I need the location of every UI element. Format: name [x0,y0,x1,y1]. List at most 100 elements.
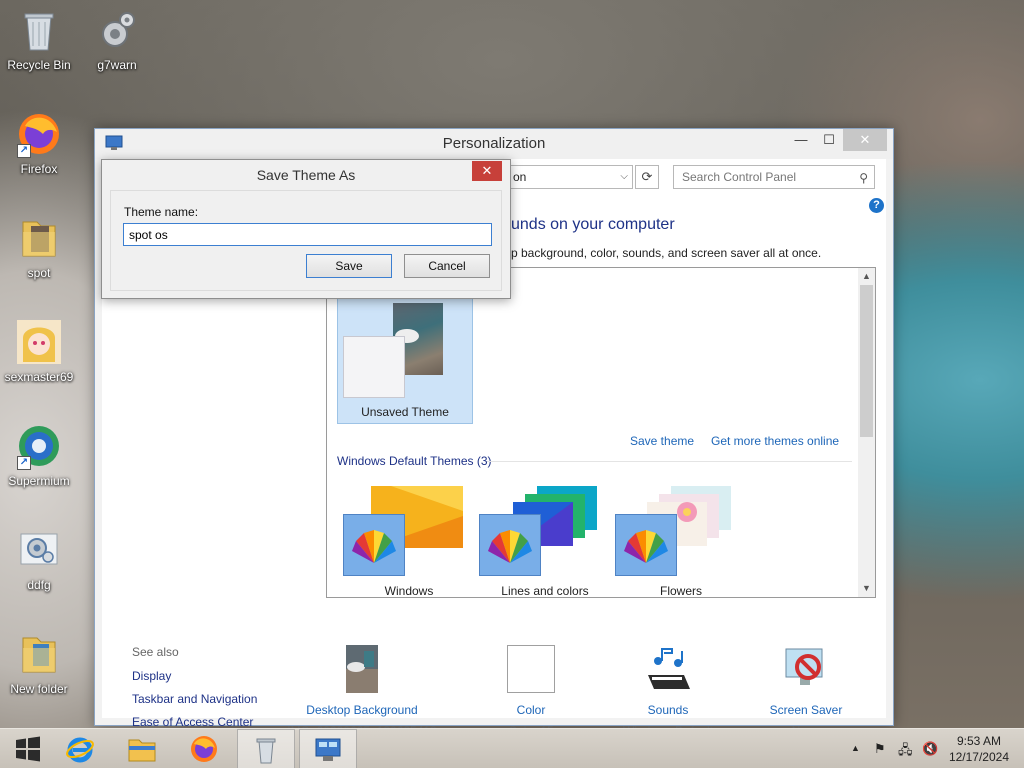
search-icon[interactable]: ⚲ [859,167,868,189]
desktop-icon-recycle-bin[interactable]: Recycle Bin [0,6,78,72]
supermium-icon: ↗ [15,422,63,470]
scroll-down-arrow[interactable]: ▼ [858,580,875,597]
screen-saver-title: Screen Saver [769,703,843,717]
address-bar[interactable]: on ⌵ [502,165,633,189]
desktop-icon-sexmaster69[interactable]: sexmaster69 [0,318,78,384]
divider [487,461,852,462]
chevron-down-icon[interactable]: ⌵ [620,166,628,188]
clock-time: 9:53 AM [956,734,1001,748]
desktop-icon-firefox[interactable]: ↗ Firefox [0,110,78,176]
folder-icon [15,214,63,262]
minimize-button[interactable]: — [787,129,815,151]
settings-gear-icon [93,6,141,54]
color-swatch-icon [507,645,555,693]
control-panel-icon [105,135,123,150]
tray-overflow-chevron-icon[interactable]: ▲ [851,743,860,753]
windows-logo-icon [16,736,40,762]
dialog-title[interactable]: Save Theme As [102,160,510,190]
theme-label: Lines and colors [501,584,589,598]
internet-explorer-icon [66,737,94,763]
sounds-setting[interactable]: Sounds Windows Default [593,645,743,738]
desktop-icon-label: New folder [10,682,68,696]
save-theme-dialog: Save Theme As ✕ Theme name: Save Cancel [101,159,511,299]
taskbar-internet-explorer[interactable] [52,729,110,768]
refresh-icon: ⟳ [641,169,653,184]
maximize-button[interactable]: ☐ [815,129,843,151]
theme-label: Flowers [659,584,702,598]
theme-name-label: Theme name: [124,205,199,219]
theme-name-field[interactable] [123,223,492,246]
theme-flowers[interactable]: Flowers [611,478,741,597]
recycle-bin-icon [15,6,63,54]
theme-list-scrollbar[interactable]: ▲ ▼ [858,268,875,597]
control-panel-icon [315,738,341,761]
file-explorer-icon [128,739,156,762]
taskbar-navigation-link[interactable]: Taskbar and Navigation [132,692,257,706]
theme-lines-and-colors[interactable]: Lines and colors [475,478,605,597]
theme-color-swatch [479,514,541,576]
refresh-button[interactable]: ⟳ [635,165,659,189]
theme-label: Windows [384,584,434,598]
dialog-body: Theme name: Save Cancel [110,190,502,291]
desktop-icon-label: spot [27,266,51,280]
desktop-icon-spot[interactable]: spot [0,214,78,280]
theme-color-swatch [343,336,405,398]
display-link[interactable]: Display [132,669,171,683]
dialog-close-button[interactable]: ✕ [472,161,502,181]
theme-color-swatch [343,514,405,576]
desktop-icon-new-folder[interactable]: New folder [0,630,78,696]
start-button[interactable] [0,729,52,768]
page-description: p background, color, sounds, and screen … [511,246,822,260]
default-themes-heading: Windows Default Themes (3) [337,454,492,468]
get-more-themes-link[interactable]: Get more themes online [711,434,839,448]
desktop-icon-supermium[interactable]: ↗ Supermium [0,422,78,488]
firefox-icon: ↗ [15,110,63,158]
theme-windows[interactable]: Windows [339,478,469,597]
color-fan-icon [488,530,532,563]
color-setting[interactable]: Color Color 15 [456,645,606,738]
close-button[interactable]: ✕ [843,129,887,151]
save-button[interactable]: Save [306,254,392,278]
address-text: on [513,170,527,184]
theme-unsaved[interactable]: Unsaved Theme [337,278,473,424]
desktop-icon-label: g7warn [97,58,137,72]
desktop-icon-label: ddfg [27,578,51,592]
desktop-icon-g7warn[interactable]: g7warn [78,6,156,72]
taskbar-firefox[interactable] [176,729,234,768]
folder-icon [15,630,63,678]
theme-list: Unsaved Theme Save theme Get more themes… [326,267,876,598]
screen-saver-setting[interactable]: Screen Saver None [731,645,881,738]
volume-muted-icon[interactable]: 🔇 [922,741,938,757]
color-fan-icon [352,530,396,563]
taskbar-recycle-bin[interactable] [237,729,295,768]
anime-avatar-icon [15,318,63,366]
desktop-background-icon [338,645,386,693]
search-input[interactable]: Search Control Panel ⚲ [673,165,875,189]
desktop-background-title: Desktop Background [306,703,418,717]
desktop-icon-label: Recycle Bin [7,58,71,72]
action-center-flag-icon[interactable]: ⚑ [874,741,886,757]
save-theme-link[interactable]: Save theme [630,434,694,448]
window-titlebar[interactable]: Personalization — ☐ ✕ [95,129,893,159]
window-title: Personalization [442,135,546,152]
ease-of-access-link[interactable]: Ease of Access Center [132,715,253,729]
cancel-button[interactable]: Cancel [404,254,490,278]
desktop-background-setting[interactable]: Desktop Background IMG_20230625_13062541… [287,645,437,738]
see-also-heading: See also [132,645,179,659]
theme-label: Unsaved Theme [361,405,449,419]
search-placeholder: Search Control Panel [682,170,797,184]
network-icon[interactable]: 🖧 [898,741,913,763]
taskbar-clock[interactable]: 9:53 AM 12/17/2024 [949,733,1009,765]
taskbar-control-panel[interactable] [299,729,357,768]
shortcut-arrow-icon: ↗ [17,456,31,470]
scroll-up-arrow[interactable]: ▲ [858,268,875,285]
help-icon[interactable]: ? [869,198,884,213]
desktop-icon-ddfg[interactable]: ddfg [0,526,78,592]
desktop-icon-label: Supermium [8,474,70,488]
taskbar: ▲ ⚑ 🖧 🔇 9:53 AM 12/17/2024 [0,728,1024,768]
clock-date: 12/17/2024 [948,750,1009,764]
taskbar-file-explorer[interactable] [114,729,172,768]
desktop-icon-label: Firefox [20,162,58,176]
scroll-thumb[interactable] [860,285,873,437]
shortcut-arrow-icon: ↗ [17,144,31,158]
